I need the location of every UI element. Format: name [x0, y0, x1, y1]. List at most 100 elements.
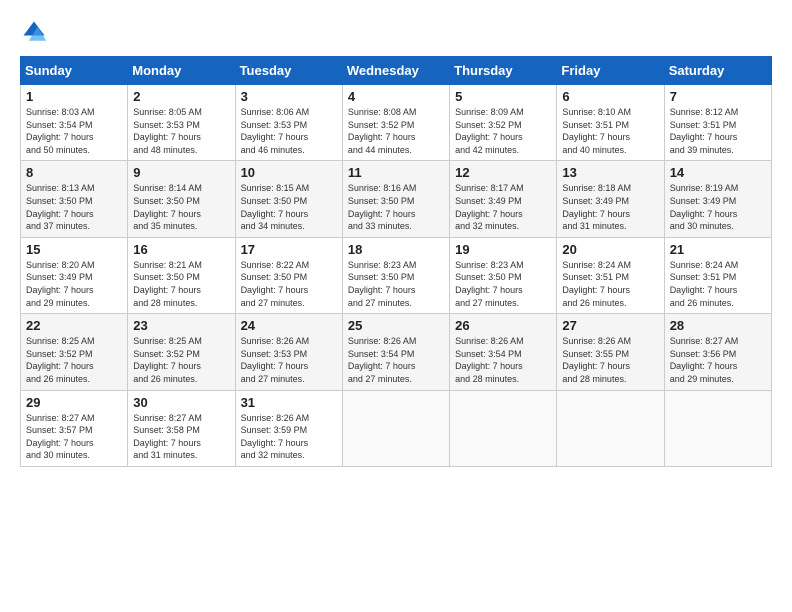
weekday-row: SundayMondayTuesdayWednesdayThursdayFrid…: [21, 57, 772, 85]
calendar-cell: 2Sunrise: 8:05 AM Sunset: 3:53 PM Daylig…: [128, 85, 235, 161]
day-info: Sunrise: 8:03 AM Sunset: 3:54 PM Dayligh…: [26, 106, 122, 156]
day-number: 29: [26, 395, 122, 410]
calendar-table: SundayMondayTuesdayWednesdayThursdayFrid…: [20, 56, 772, 467]
day-number: 15: [26, 242, 122, 257]
day-number: 1: [26, 89, 122, 104]
day-info: Sunrise: 8:25 AM Sunset: 3:52 PM Dayligh…: [133, 335, 229, 385]
calendar-header: SundayMondayTuesdayWednesdayThursdayFrid…: [21, 57, 772, 85]
day-number: 14: [670, 165, 766, 180]
day-info: Sunrise: 8:24 AM Sunset: 3:51 PM Dayligh…: [562, 259, 658, 309]
calendar-cell: 9 Sunrise: 8:14 AM Sunset: 3:50 PM Daylig…: [128, 161, 235, 237]
day-number: 9: [133, 165, 229, 180]
day-info: Sunrise: 8:27 AM Sunset: 3:58 PM Dayligh…: [133, 412, 229, 462]
day-number: 27: [562, 318, 658, 333]
calendar-cell: 30 Sunrise: 8:27 AM Sunset: 3:58 PM Dayli…: [128, 390, 235, 466]
day-info: Sunrise: 8:26 AM Sunset: 3:53 PM Dayligh…: [241, 335, 337, 385]
calendar-cell: 10 Sunrise: 8:15 AM Sunset: 3:50 PM Dayli…: [235, 161, 342, 237]
calendar-cell: 15 Sunrise: 8:20 AM Sunset: 3:49 PM Dayli…: [21, 237, 128, 313]
calendar-cell: 20 Sunrise: 8:24 AM Sunset: 3:51 PM Dayli…: [557, 237, 664, 313]
weekday-header-saturday: Saturday: [664, 57, 771, 85]
day-number: 26: [455, 318, 551, 333]
day-info: Sunrise: 8:09 AM Sunset: 3:52 PM Dayligh…: [455, 106, 551, 156]
calendar-cell: 3 Sunrise: 8:06 AM Sunset: 3:53 PM Daylig…: [235, 85, 342, 161]
calendar-cell: 4Sunrise: 8:08 AM Sunset: 3:52 PM Daylig…: [342, 85, 449, 161]
logo-icon: [20, 18, 48, 46]
calendar-week-4: 22 Sunrise: 8:25 AM Sunset: 3:52 PM Dayli…: [21, 314, 772, 390]
day-number: 10: [241, 165, 337, 180]
calendar-cell: 13Sunrise: 8:18 AM Sunset: 3:49 PM Dayli…: [557, 161, 664, 237]
calendar-cell: 18 Sunrise: 8:23 AM Sunset: 3:50 PM Dayli…: [342, 237, 449, 313]
weekday-header-sunday: Sunday: [21, 57, 128, 85]
day-number: 20: [562, 242, 658, 257]
day-info: Sunrise: 8:22 AM Sunset: 3:50 PM Dayligh…: [241, 259, 337, 309]
calendar-cell: 25Sunrise: 8:26 AM Sunset: 3:54 PM Dayli…: [342, 314, 449, 390]
day-info: Sunrise: 8:27 AM Sunset: 3:56 PM Dayligh…: [670, 335, 766, 385]
day-number: 22: [26, 318, 122, 333]
weekday-header-friday: Friday: [557, 57, 664, 85]
day-info: Sunrise: 8:15 AM Sunset: 3:50 PM Dayligh…: [241, 182, 337, 232]
day-info: Sunrise: 8:12 AM Sunset: 3:51 PM Dayligh…: [670, 106, 766, 156]
day-number: 2: [133, 89, 229, 104]
weekday-header-thursday: Thursday: [450, 57, 557, 85]
day-info: Sunrise: 8:06 AM Sunset: 3:53 PM Dayligh…: [241, 106, 337, 156]
day-info: Sunrise: 8:24 AM Sunset: 3:51 PM Dayligh…: [670, 259, 766, 309]
day-info: Sunrise: 8:10 AM Sunset: 3:51 PM Dayligh…: [562, 106, 658, 156]
calendar-cell: 7Sunrise: 8:12 AM Sunset: 3:51 PM Daylig…: [664, 85, 771, 161]
calendar-cell: 31Sunrise: 8:26 AM Sunset: 3:59 PM Dayli…: [235, 390, 342, 466]
header: [20, 18, 772, 46]
day-info: Sunrise: 8:23 AM Sunset: 3:50 PM Dayligh…: [348, 259, 444, 309]
calendar-week-3: 15 Sunrise: 8:20 AM Sunset: 3:49 PM Dayli…: [21, 237, 772, 313]
day-info: Sunrise: 8:17 AM Sunset: 3:49 PM Dayligh…: [455, 182, 551, 232]
day-number: 30: [133, 395, 229, 410]
weekday-header-tuesday: Tuesday: [235, 57, 342, 85]
day-info: Sunrise: 8:13 AM Sunset: 3:50 PM Dayligh…: [26, 182, 122, 232]
day-number: 16: [133, 242, 229, 257]
day-number: 4: [348, 89, 444, 104]
calendar-cell: 11 Sunrise: 8:16 AM Sunset: 3:50 PM Dayli…: [342, 161, 449, 237]
day-info: Sunrise: 8:25 AM Sunset: 3:52 PM Dayligh…: [26, 335, 122, 385]
day-number: 11: [348, 165, 444, 180]
day-info: Sunrise: 8:23 AM Sunset: 3:50 PM Dayligh…: [455, 259, 551, 309]
calendar-cell: 1 Sunrise: 8:03 AM Sunset: 3:54 PM Daylig…: [21, 85, 128, 161]
day-info: Sunrise: 8:14 AM Sunset: 3:50 PM Dayligh…: [133, 182, 229, 232]
day-info: Sunrise: 8:21 AM Sunset: 3:50 PM Dayligh…: [133, 259, 229, 309]
logo: [20, 18, 52, 46]
day-info: Sunrise: 8:16 AM Sunset: 3:50 PM Dayligh…: [348, 182, 444, 232]
day-number: 8: [26, 165, 122, 180]
day-info: Sunrise: 8:19 AM Sunset: 3:49 PM Dayligh…: [670, 182, 766, 232]
calendar-cell: 6Sunrise: 8:10 AM Sunset: 3:51 PM Daylig…: [557, 85, 664, 161]
day-number: 17: [241, 242, 337, 257]
calendar-body: 1 Sunrise: 8:03 AM Sunset: 3:54 PM Daylig…: [21, 85, 772, 467]
calendar-cell: 29Sunrise: 8:27 AM Sunset: 3:57 PM Dayli…: [21, 390, 128, 466]
day-number: 28: [670, 318, 766, 333]
calendar-cell: 14 Sunrise: 8:19 AM Sunset: 3:49 PM Dayli…: [664, 161, 771, 237]
day-info: Sunrise: 8:20 AM Sunset: 3:49 PM Dayligh…: [26, 259, 122, 309]
day-number: 18: [348, 242, 444, 257]
calendar-cell: 17 Sunrise: 8:22 AM Sunset: 3:50 PM Dayli…: [235, 237, 342, 313]
weekday-header-wednesday: Wednesday: [342, 57, 449, 85]
calendar-cell: 8 Sunrise: 8:13 AM Sunset: 3:50 PM Daylig…: [21, 161, 128, 237]
day-number: 23: [133, 318, 229, 333]
calendar-cell: 22 Sunrise: 8:25 AM Sunset: 3:52 PM Dayli…: [21, 314, 128, 390]
calendar-cell: [342, 390, 449, 466]
calendar-cell: 16 Sunrise: 8:21 AM Sunset: 3:50 PM Dayli…: [128, 237, 235, 313]
day-info: Sunrise: 8:26 AM Sunset: 3:55 PM Dayligh…: [562, 335, 658, 385]
calendar-cell: 21 Sunrise: 8:24 AM Sunset: 3:51 PM Dayli…: [664, 237, 771, 313]
day-info: Sunrise: 8:18 AM Sunset: 3:49 PM Dayligh…: [562, 182, 658, 232]
calendar-cell: 26Sunrise: 8:26 AM Sunset: 3:54 PM Dayli…: [450, 314, 557, 390]
calendar-cell: 12 Sunrise: 8:17 AM Sunset: 3:49 PM Dayli…: [450, 161, 557, 237]
calendar-cell: [664, 390, 771, 466]
calendar-cell: 19 Sunrise: 8:23 AM Sunset: 3:50 PM Dayli…: [450, 237, 557, 313]
calendar-cell: [450, 390, 557, 466]
calendar-cell: 23 Sunrise: 8:25 AM Sunset: 3:52 PM Dayli…: [128, 314, 235, 390]
calendar-week-2: 8 Sunrise: 8:13 AM Sunset: 3:50 PM Daylig…: [21, 161, 772, 237]
day-number: 3: [241, 89, 337, 104]
day-number: 31: [241, 395, 337, 410]
calendar-cell: 24 Sunrise: 8:26 AM Sunset: 3:53 PM Dayli…: [235, 314, 342, 390]
day-info: Sunrise: 8:26 AM Sunset: 3:54 PM Dayligh…: [348, 335, 444, 385]
day-number: 21: [670, 242, 766, 257]
day-number: 12: [455, 165, 551, 180]
calendar-cell: 28 Sunrise: 8:27 AM Sunset: 3:56 PM Dayli…: [664, 314, 771, 390]
day-number: 19: [455, 242, 551, 257]
day-number: 24: [241, 318, 337, 333]
